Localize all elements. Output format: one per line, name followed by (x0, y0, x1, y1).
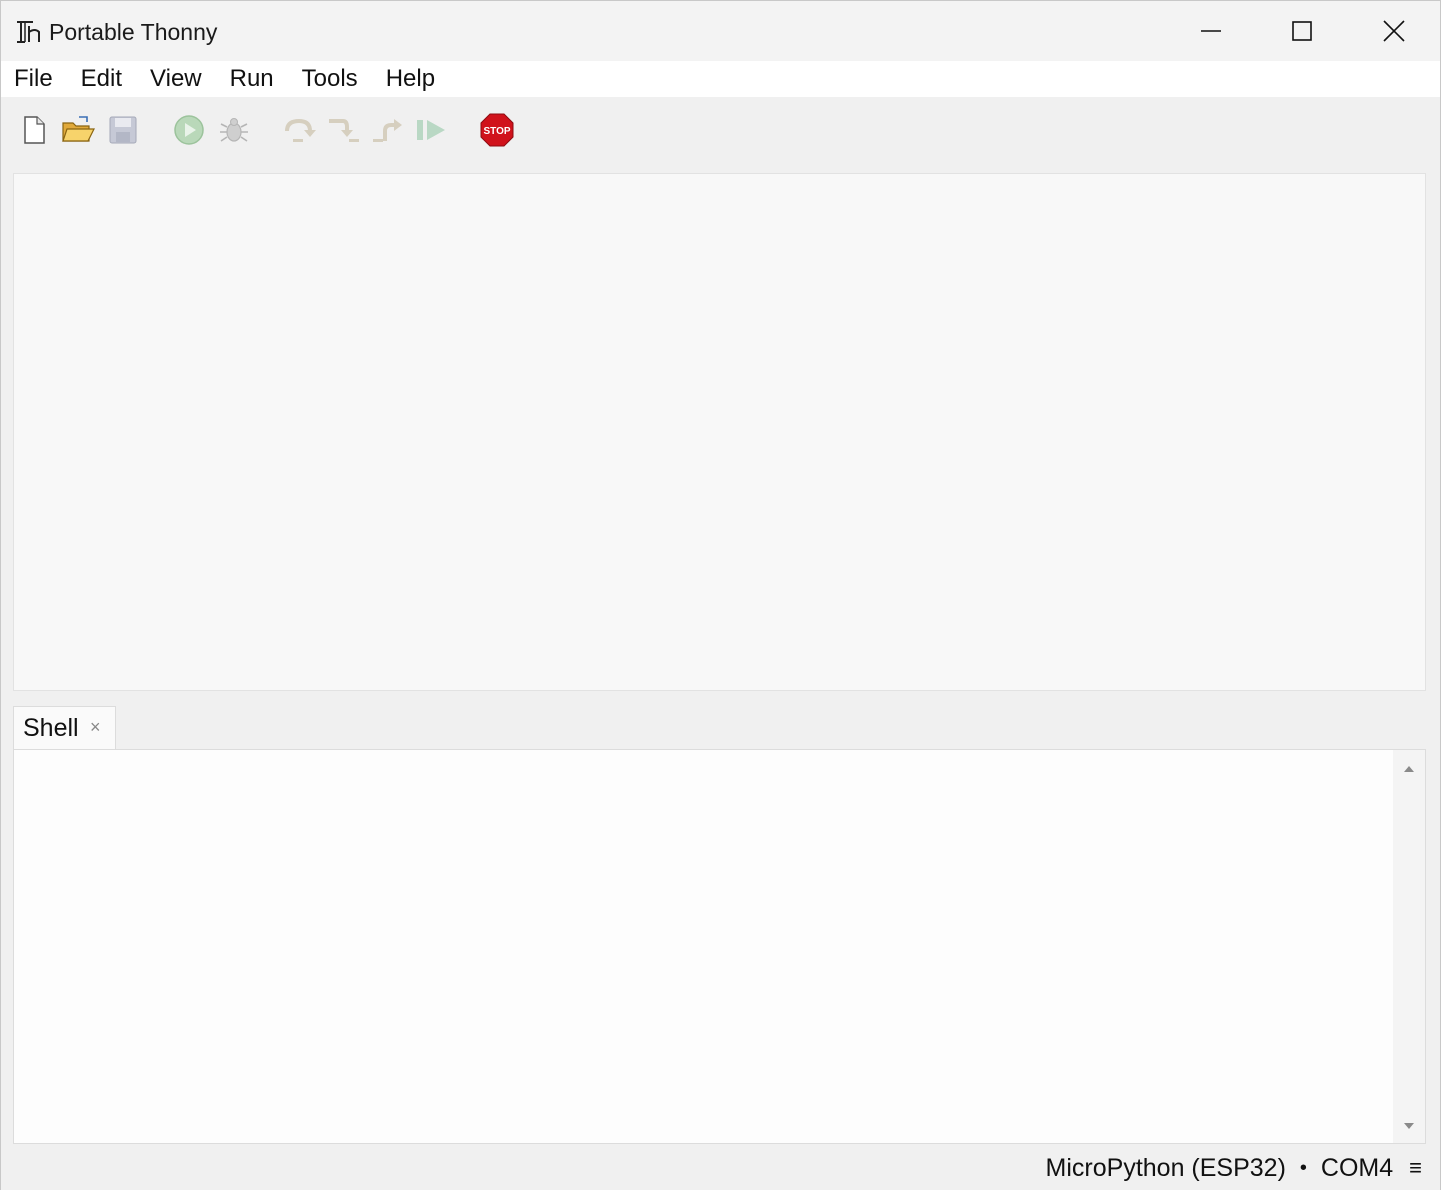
close-tab-icon[interactable]: × (90, 715, 101, 739)
step-out-icon (373, 119, 402, 142)
interpreter-status[interactable]: MicroPython (ESP32) • COM4 ≡ (1046, 1152, 1422, 1184)
status-bar: MicroPython (ESP32) • COM4 ≡ (1, 1146, 1440, 1190)
open-folder-icon (62, 116, 95, 142)
tab-shell[interactable]: Shell × (13, 706, 116, 749)
save-button[interactable] (106, 113, 140, 147)
menu-edit[interactable]: Edit (67, 61, 136, 97)
window-title: Portable Thonny (49, 19, 218, 45)
shell-scrollbar[interactable] (1393, 750, 1425, 1143)
thonny-logo-icon (17, 21, 40, 43)
menu-bar: File Edit View Run Tools Help (1, 61, 1440, 97)
menu-tools[interactable]: Tools (288, 61, 372, 97)
menu-run[interactable]: Run (216, 61, 288, 97)
stop-button[interactable]: STOP (480, 113, 514, 147)
maximize-icon (1292, 21, 1312, 41)
run-icon (174, 115, 204, 145)
open-file-button[interactable] (61, 113, 95, 147)
new-file-button[interactable] (17, 113, 51, 147)
toolbar: STOP (1, 97, 1440, 171)
stop-label: STOP (483, 126, 510, 137)
resume-button[interactable] (415, 113, 449, 147)
debug-icon (220, 118, 248, 142)
save-icon (109, 116, 137, 144)
hamburger-menu-icon[interactable]: ≡ (1409, 1152, 1422, 1184)
shell-tab-label: Shell (23, 714, 79, 742)
thonny-window: Portable Thonny File Edit View Run Tools… (0, 0, 1441, 1190)
close-button[interactable] (1348, 1, 1440, 61)
step-over-icon (285, 118, 316, 142)
resume-icon (417, 120, 445, 140)
step-into-button[interactable] (327, 113, 361, 147)
status-separator: • (1299, 1157, 1307, 1179)
menu-file[interactable]: File (1, 61, 67, 97)
menu-help[interactable]: Help (372, 61, 449, 97)
title-bar: Portable Thonny (1, 1, 1440, 61)
shell-console[interactable] (13, 749, 1426, 1144)
new-file-icon (24, 116, 45, 144)
close-icon (1383, 20, 1405, 42)
stop-icon: STOP (480, 113, 514, 147)
step-over-button[interactable] (283, 113, 317, 147)
menu-view[interactable]: View (136, 61, 216, 97)
maximize-button[interactable] (1256, 1, 1348, 61)
scroll-up-icon[interactable] (1402, 762, 1416, 776)
step-into-icon (329, 119, 359, 142)
editor-area[interactable] (13, 173, 1426, 691)
scroll-down-icon[interactable] (1402, 1119, 1416, 1133)
minimize-button[interactable] (1165, 1, 1257, 61)
interpreter-label: MicroPython (ESP32) (1045, 1154, 1286, 1182)
run-button[interactable] (172, 113, 206, 147)
step-out-button[interactable] (371, 113, 405, 147)
port-label: COM4 (1320, 1154, 1394, 1182)
minimize-icon (1201, 30, 1221, 32)
debug-button[interactable] (217, 113, 251, 147)
